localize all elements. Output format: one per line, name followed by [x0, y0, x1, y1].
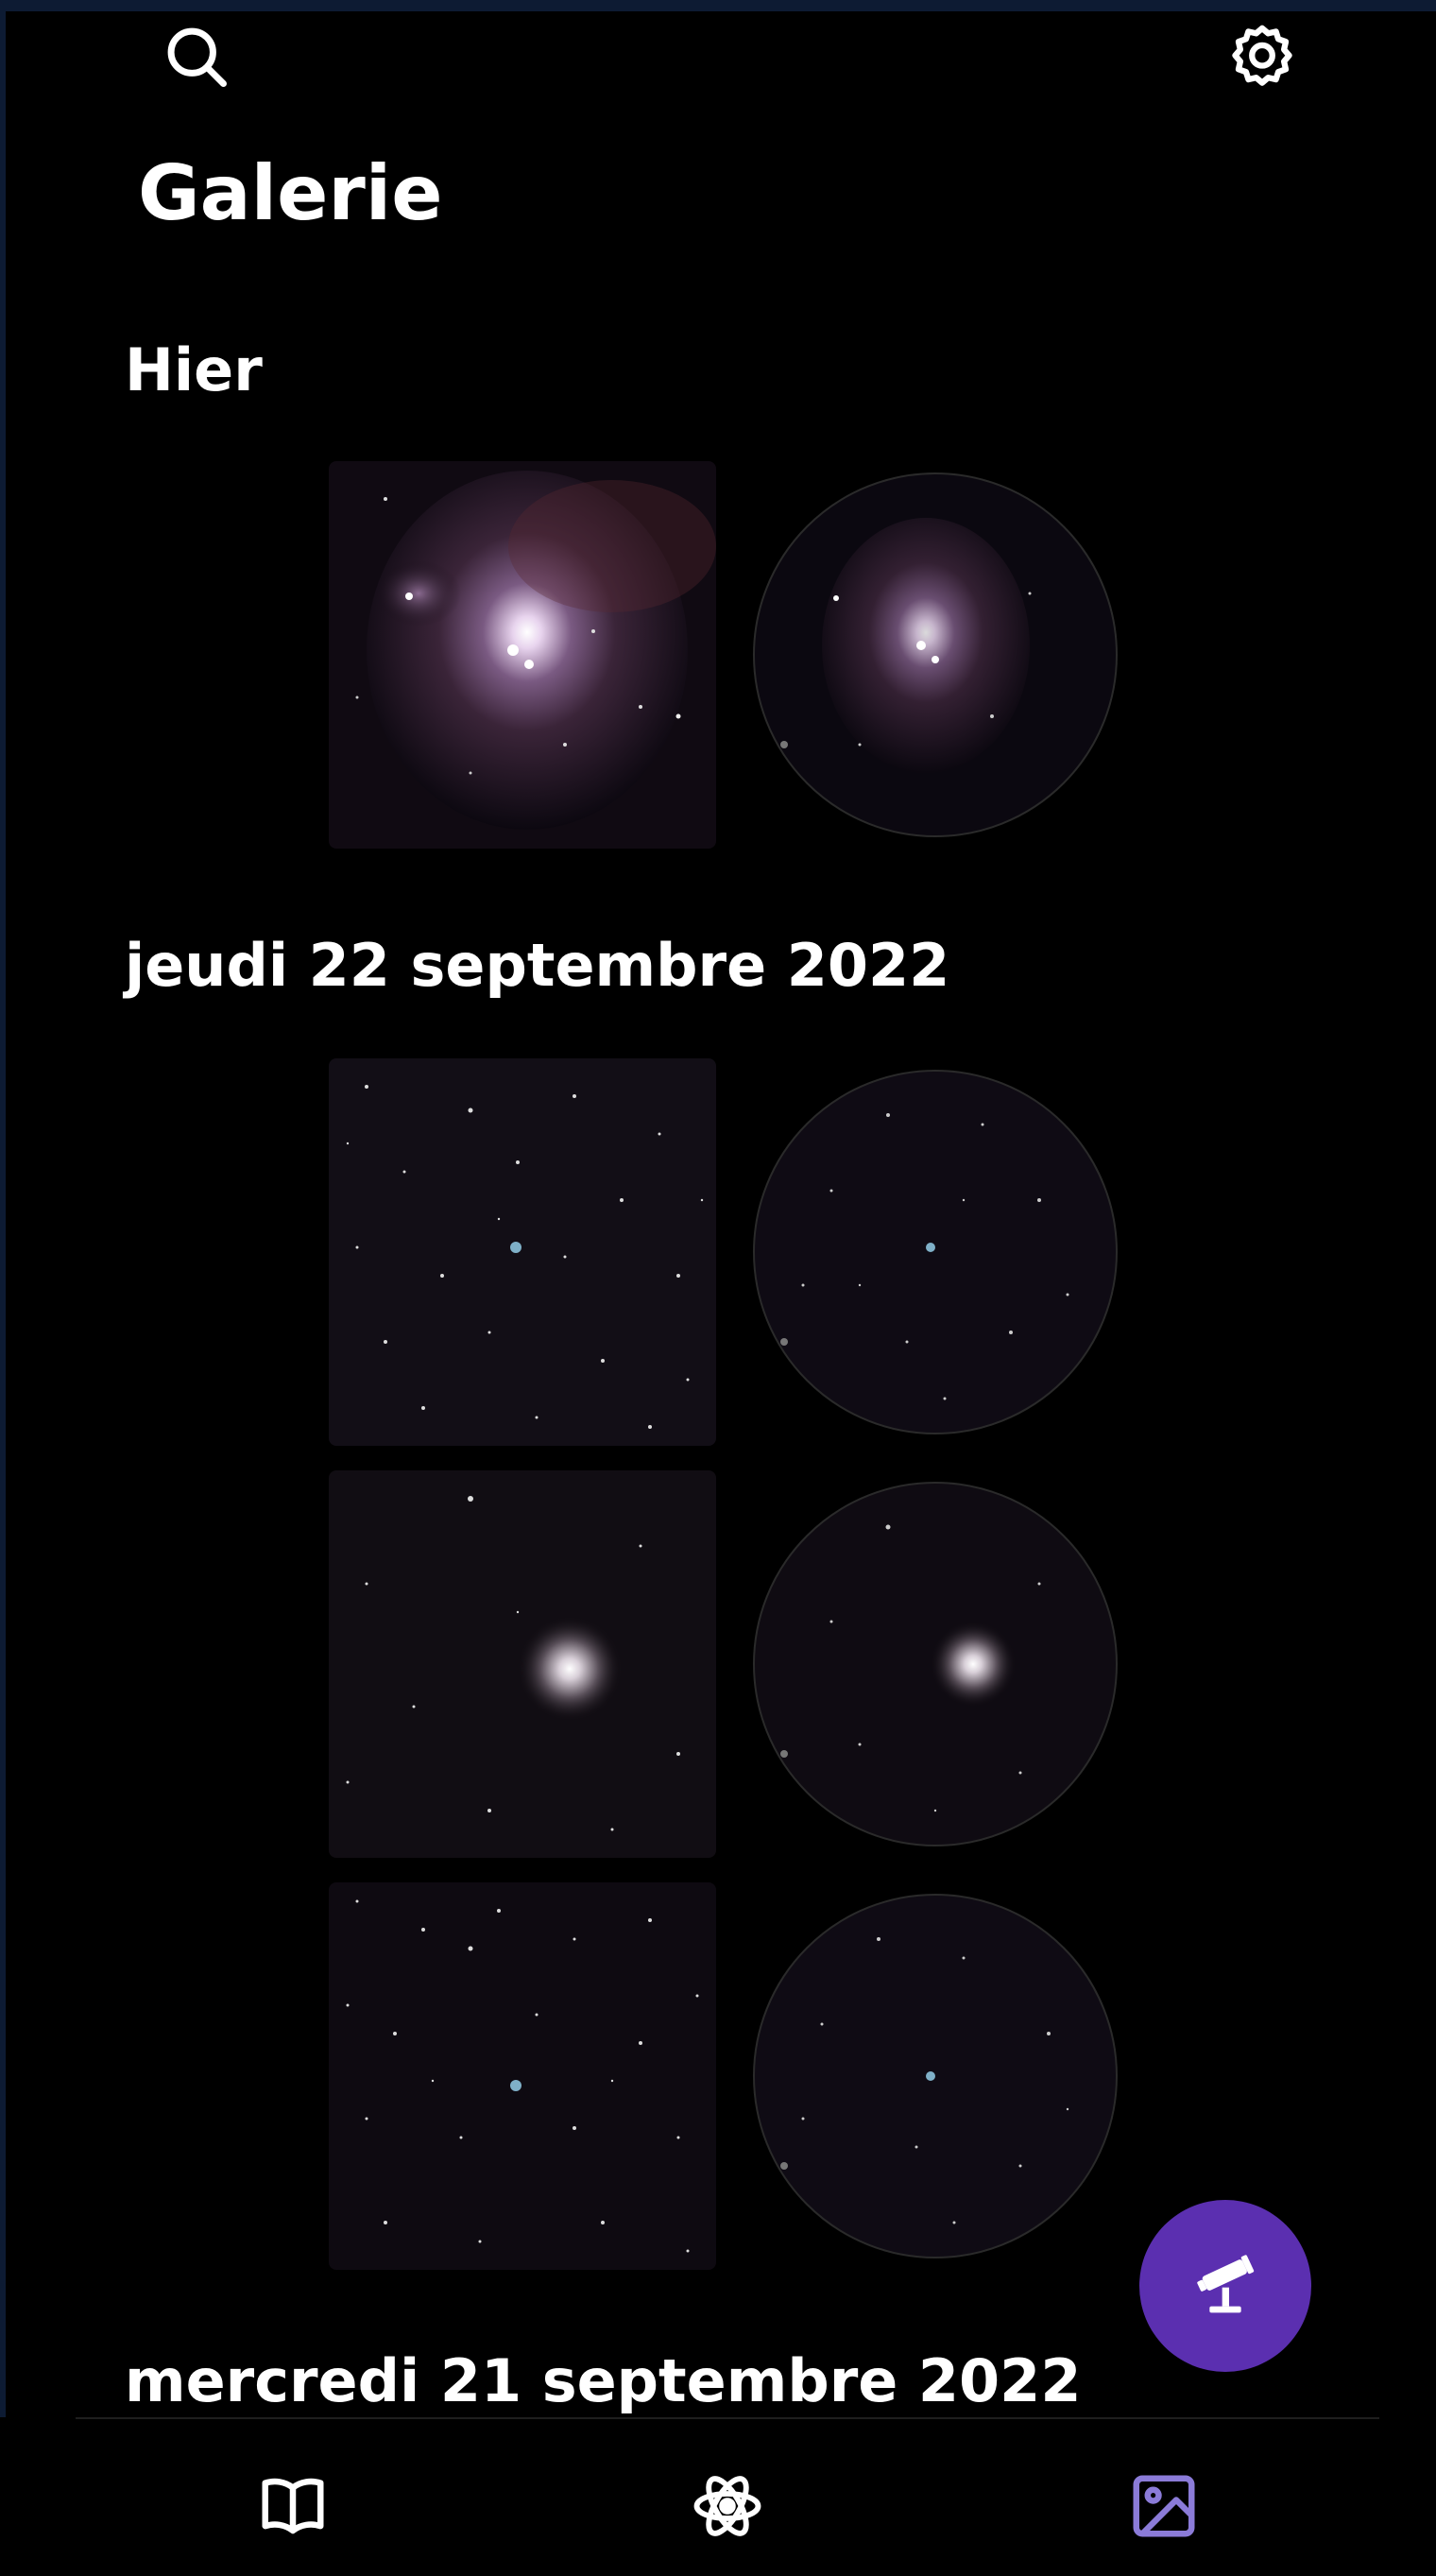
nav-tab-science[interactable] — [680, 2459, 775, 2553]
gallery-photo-eyepiece[interactable] — [746, 461, 1134, 849]
atom-icon — [693, 2476, 761, 2536]
page-title: Galerie — [138, 149, 443, 237]
gallery-photo-square[interactable] — [329, 1882, 716, 2270]
gallery-photo-eyepiece[interactable] — [746, 1882, 1134, 2270]
nav-tab-catalog[interactable] — [246, 2459, 340, 2553]
window-frame-left — [0, 0, 6, 2576]
window-frame-top — [0, 0, 1436, 11]
section-title: Hier — [125, 335, 263, 404]
search-button[interactable] — [151, 11, 242, 102]
gallery-screen: Galerie Hier jeudi 22 septembre 2022 mer… — [0, 0, 1436, 2576]
section-title: mercredi 21 septembre 2022 — [125, 2346, 1082, 2415]
gallery-photo-square[interactable] — [329, 461, 716, 849]
gallery-photo-eyepiece[interactable] — [746, 1058, 1134, 1446]
image-icon — [1133, 2475, 1195, 2537]
telescope-fab-button[interactable] — [1139, 2200, 1311, 2372]
search-icon — [167, 27, 227, 87]
gear-icon — [1232, 25, 1292, 86]
telescope-icon — [1197, 2255, 1255, 2313]
gallery-photo-square[interactable] — [329, 1058, 716, 1446]
gallery-photo-eyepiece[interactable] — [746, 1470, 1134, 1858]
nav-divider — [76, 2417, 1379, 2419]
settings-button[interactable] — [1217, 11, 1308, 102]
section-title: jeudi 22 septembre 2022 — [125, 931, 950, 1000]
bottom-navigation — [0, 2417, 1436, 2576]
gallery-photo-square[interactable] — [329, 1470, 716, 1858]
book-icon — [262, 2478, 324, 2534]
nav-tab-gallery[interactable] — [1117, 2459, 1211, 2553]
